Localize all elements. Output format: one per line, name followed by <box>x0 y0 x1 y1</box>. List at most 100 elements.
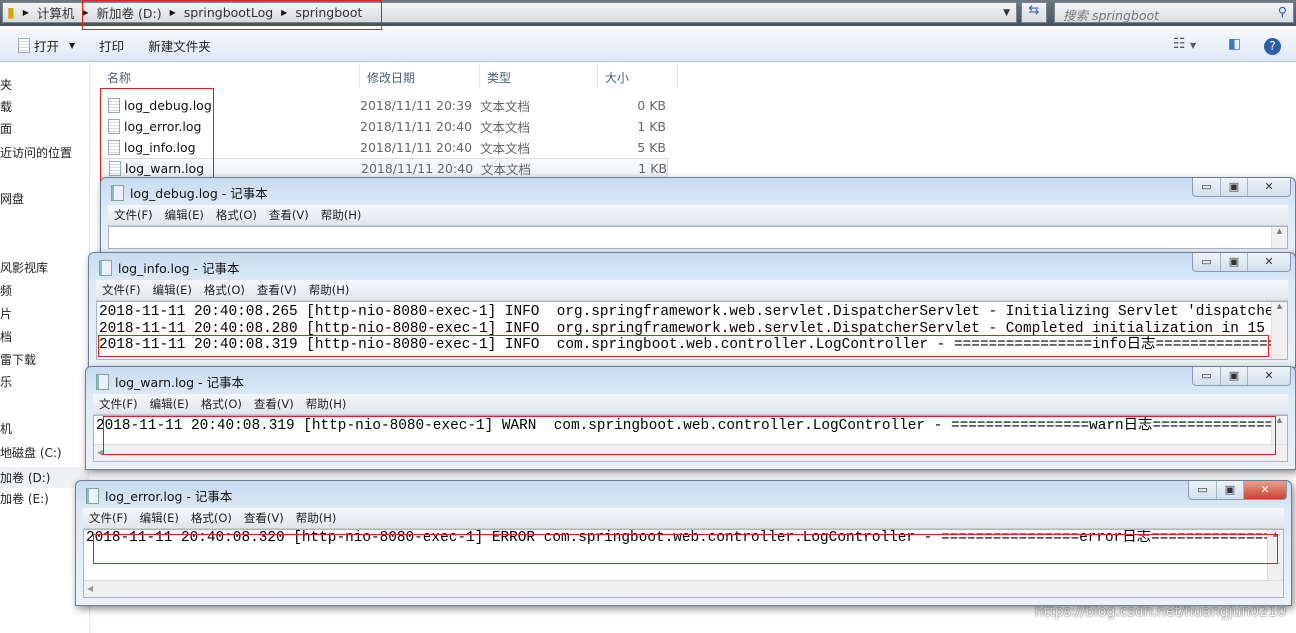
log-line: 2018-11-11 20:40:08.280 [http-nio-8080-e… <box>99 320 1288 337</box>
column-date[interactable]: 修改日期 <box>360 64 480 88</box>
search-input[interactable]: 搜索 springboot ⚲ <box>1054 2 1294 23</box>
window-controls: ▭ ▣ ✕ <box>1192 367 1291 386</box>
chevron-down-icon[interactable]: ▼ <box>1003 8 1010 18</box>
column-size[interactable]: 大小 <box>598 64 678 88</box>
log-line: 2018-11-11 20:40:08.319 [http-nio-8080-e… <box>99 337 1288 353</box>
menu-item[interactable]: 格式(O) <box>216 207 257 223</box>
watermark: https://blog.csdn.net/huangjun0210 <box>1034 604 1286 620</box>
minimize-button[interactable]: ▭ <box>1193 367 1220 385</box>
minimize-button[interactable]: ▭ <box>1193 178 1220 196</box>
menu-item[interactable]: 查看(V) <box>254 396 294 412</box>
menu-item[interactable]: 编辑(E) <box>150 396 189 412</box>
text-area[interactable]: 2018-11-11 20:40:08.320 [http-nio-8080-e… <box>83 529 1284 598</box>
horizontal-scrollbar[interactable]: ◀ <box>84 580 1283 597</box>
sidebar-item[interactable]: 夹 <box>0 76 12 93</box>
log-line: 2018-11-11 20:40:08.265 [http-nio-8080-e… <box>99 304 1288 320</box>
file-date: 2018/11/11 20:40 <box>361 161 474 176</box>
file-name: log_warn.log <box>125 161 205 176</box>
close-button[interactable]: ✕ <box>1247 367 1290 385</box>
file-date: 2018/11/11 20:39 <box>360 98 473 113</box>
menu-item[interactable]: 格式(O) <box>204 282 245 298</box>
menu-item[interactable]: 格式(O) <box>191 510 232 526</box>
minimize-button[interactable]: ▭ <box>1189 481 1216 499</box>
file-date: 2018/11/11 20:40 <box>360 140 473 155</box>
notepad-window-debug: log_debug.log - 记事本 ▭ ▣ ✕ 文件(F) 编辑(E) 格式(O) 查看(… <box>100 177 1296 257</box>
vertical-scrollbar[interactable]: ▲ <box>1267 530 1283 580</box>
address-bar[interactable]: ▮ ▶ 计算机 ▶ 新加卷 (D:) ▶ springbootLog ▶ springb… <box>2 2 1017 23</box>
minimize-button[interactable]: ▭ <box>1193 253 1220 271</box>
column-type[interactable]: 类型 <box>480 64 598 88</box>
help-icon[interactable]: ? <box>1264 38 1281 55</box>
chevron-right-icon: ▶ <box>169 8 176 17</box>
column-name[interactable]: 名称 <box>100 64 360 88</box>
menu-item[interactable]: 编辑(E) <box>153 282 192 298</box>
sidebar-item[interactable]: 档 <box>0 328 12 345</box>
vertical-scrollbar[interactable]: ▲ <box>1271 227 1287 248</box>
view-options-icon[interactable]: ☷ ▼ <box>1173 36 1196 52</box>
menu-item[interactable]: 帮助(H) <box>321 207 362 223</box>
sidebar-item[interactable]: 网盘 <box>0 190 24 207</box>
text-area[interactable]: ▲ <box>108 226 1288 249</box>
maximize-button[interactable]: ▣ <box>1220 367 1247 385</box>
text-area[interactable]: 2018-11-11 20:40:08.319 [http-nio-8080-e… <box>93 415 1288 462</box>
maximize-button[interactable]: ▣ <box>1220 253 1247 271</box>
menu-item[interactable]: 编辑(E) <box>140 510 179 526</box>
maximize-button[interactable]: ▣ <box>1216 481 1243 499</box>
close-button[interactable]: ✕ <box>1247 253 1290 271</box>
open-button[interactable]: 打开 ▼ <box>18 36 75 55</box>
file-name: log_info.log <box>124 140 196 155</box>
new-folder-button[interactable]: 新建文件夹 <box>148 36 211 55</box>
notepad-icon <box>99 259 112 276</box>
file-name-cell: log_debug.log <box>100 98 360 113</box>
sidebar-item[interactable]: 面 <box>0 120 12 137</box>
close-button[interactable]: ✕ <box>1247 178 1290 196</box>
window-controls: ▭ ▣ ✕ <box>1192 178 1291 197</box>
menu-item[interactable]: 查看(V) <box>269 207 309 223</box>
sidebar-item[interactable]: 近访问的位置 <box>0 144 72 161</box>
file-type: 文本文档 <box>480 141 531 156</box>
menu-item[interactable]: 帮助(H) <box>306 396 347 412</box>
print-button[interactable]: 打印 <box>99 36 124 55</box>
vertical-scrollbar[interactable]: ▲ <box>1271 302 1287 359</box>
menu-item[interactable]: 文件(F) <box>114 207 153 223</box>
window-title: log_info.log - 记事本 <box>118 261 240 276</box>
sidebar-item[interactable]: 地磁盘 (C:) <box>0 444 62 461</box>
menu-item[interactable]: 文件(F) <box>102 282 141 298</box>
menu-item[interactable]: 查看(V) <box>257 282 297 298</box>
menu-item[interactable]: 编辑(E) <box>165 207 204 223</box>
menu-item[interactable]: 帮助(H) <box>296 510 337 526</box>
sidebar-item[interactable]: 雷下载 <box>0 351 36 368</box>
sidebar-item[interactable]: 片 <box>0 305 12 322</box>
file-row[interactable]: log_debug.log 2018/11/11 20:39 文本文档 0 KB <box>100 95 666 116</box>
refresh-button[interactable]: ⇆ <box>1021 2 1047 23</box>
sidebar-item[interactable]: 乐 <box>0 373 12 390</box>
file-row[interactable]: log_info.log 2018/11/11 20:40 文本文档 5 KB <box>100 137 666 158</box>
menu-item[interactable]: 文件(F) <box>89 510 128 526</box>
breadcrumb-computer[interactable]: 计算机 <box>37 3 75 22</box>
text-area[interactable]: 2018-11-11 20:40:08.265 [http-nio-8080-e… <box>96 301 1288 360</box>
vertical-scrollbar[interactable]: ▲ <box>1271 416 1287 444</box>
sidebar-item[interactable]: 机 <box>0 420 12 437</box>
breadcrumb-springboot[interactable]: springboot <box>295 5 362 20</box>
menu-item[interactable]: 文件(F) <box>99 396 138 412</box>
file-row[interactable]: log_warn.log 2018/11/11 20:40 文本文档 1 KB <box>100 158 668 179</box>
text-file-icon <box>108 140 120 155</box>
sidebar-item[interactable]: 加卷 (E:) <box>0 490 49 507</box>
maximize-button[interactable]: ▣ <box>1220 178 1247 196</box>
horizontal-scrollbar[interactable]: ◀ <box>94 444 1287 461</box>
window-title: log_warn.log - 记事本 <box>115 375 245 390</box>
breadcrumb-drive-d[interactable]: 新加卷 (D:) <box>97 3 162 22</box>
close-button[interactable]: ✕ <box>1243 481 1286 499</box>
sidebar-item[interactable]: 载 <box>0 98 12 115</box>
menu-item[interactable]: 帮助(H) <box>309 282 350 298</box>
search-icon[interactable]: ⚲ <box>1278 4 1287 19</box>
sidebar-item[interactable]: 频 <box>0 282 12 299</box>
sidebar-item[interactable]: 风影视库 <box>0 259 48 276</box>
breadcrumb-springbootlog[interactable]: springbootLog <box>184 5 273 20</box>
file-row[interactable]: log_error.log 2018/11/11 20:40 文本文档 1 KB <box>100 116 666 137</box>
menu-item[interactable]: 查看(V) <box>244 510 284 526</box>
notepad-icon <box>96 373 109 390</box>
file-name: log_debug.log <box>124 98 212 113</box>
menu-item[interactable]: 格式(O) <box>201 396 242 412</box>
preview-pane-icon[interactable]: ◧ <box>1228 36 1241 52</box>
